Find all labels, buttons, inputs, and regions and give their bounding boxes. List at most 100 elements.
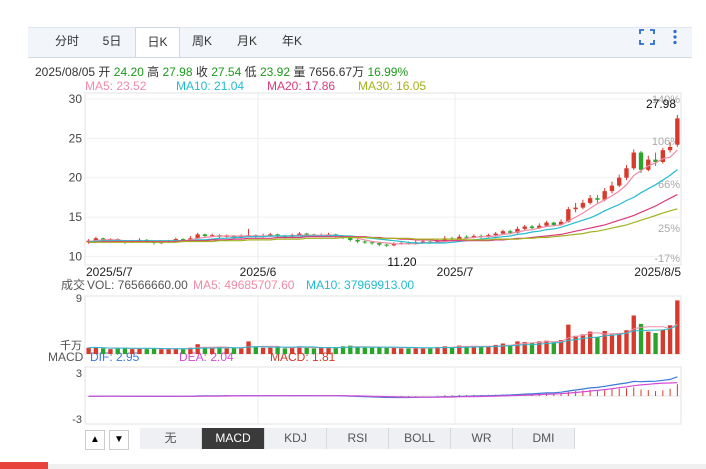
- indicator-tab-dmi[interactable]: DMI: [513, 428, 575, 449]
- volume-bar: [282, 348, 288, 354]
- footer-bar: [48, 464, 706, 469]
- volume-bars: [86, 300, 680, 354]
- candle-body: [551, 222, 556, 225]
- volume-bar: [159, 349, 164, 354]
- scroll-up-button[interactable]: ▲: [85, 430, 105, 450]
- volume-bar: [217, 347, 222, 354]
- date-tick-label: 2025/6: [240, 265, 277, 279]
- volume-bar: [667, 325, 673, 354]
- candle-body: [609, 185, 615, 192]
- volume-bar: [130, 349, 135, 354]
- candle-body: [595, 198, 600, 200]
- volume-bar: [551, 342, 556, 354]
- volume-bar: [268, 347, 273, 354]
- volume-bar: [398, 348, 404, 354]
- volume-legend-item: MA10: 37969913.00: [306, 278, 414, 292]
- volume-bar: [275, 347, 280, 354]
- macd-dif-line: [88, 376, 678, 399]
- price-tick-label: 25: [69, 131, 83, 145]
- volume-bar: [609, 334, 615, 354]
- volume-bar: [326, 347, 331, 354]
- indicator-tab-kdj[interactable]: KDJ: [265, 428, 327, 449]
- volume-bar: [210, 348, 215, 354]
- volume-bar: [108, 349, 113, 354]
- candle-body: [638, 152, 644, 170]
- volume-bar: [115, 348, 120, 354]
- volume-bar: [428, 347, 433, 354]
- volume-bar: [653, 333, 658, 354]
- percent-tick-label: 25%: [658, 223, 680, 235]
- candle-body: [667, 147, 673, 151]
- volume-bar: [566, 324, 571, 354]
- scroll-down-button[interactable]: ▼: [109, 430, 129, 450]
- candle-body: [377, 243, 382, 245]
- indicator-tab-none[interactable]: 无: [140, 428, 202, 449]
- candle-body: [355, 239, 360, 242]
- candle-body: [508, 231, 513, 233]
- candle-body: [493, 233, 498, 236]
- volume-bar: [595, 337, 600, 354]
- indicator-tab-macd[interactable]: MACD: [202, 428, 265, 449]
- indicator-tab-rsi[interactable]: RSI: [327, 428, 389, 449]
- volume-bar: [195, 344, 200, 354]
- volume-bar: [478, 347, 484, 354]
- indicator-tab-wr[interactable]: WR: [451, 428, 513, 449]
- candle-body: [580, 202, 586, 208]
- volume-bar: [260, 347, 266, 354]
- footer-accent: [0, 462, 48, 469]
- volume-bar: [631, 315, 636, 354]
- volume-bar: [144, 349, 149, 354]
- volume-bar: [660, 329, 666, 354]
- volume-bar: [537, 341, 542, 354]
- macd-tick-label: -3: [72, 414, 82, 426]
- volume-bar: [406, 348, 411, 354]
- ma-lines: [88, 149, 678, 245]
- chart-grid: [84, 92, 682, 425]
- candle-body: [304, 233, 309, 235]
- candle-body: [522, 226, 527, 229]
- price-tick-label: 10: [69, 249, 83, 263]
- volume-bar: [246, 341, 251, 354]
- volume-bar: [486, 346, 491, 354]
- candles: [86, 114, 680, 247]
- volume-bar: [151, 348, 157, 354]
- volume-bar: [377, 347, 382, 354]
- volume-bar: [180, 349, 186, 354]
- candle-body: [384, 244, 389, 246]
- volume-legend-item: MA5: 49685707.60: [193, 278, 295, 292]
- volume-bar: [675, 300, 680, 354]
- volume-bar: [413, 347, 418, 354]
- volume-bar: [86, 347, 91, 354]
- candle-body: [624, 168, 629, 178]
- ma-line-ma5: [88, 149, 678, 245]
- volume-bar: [311, 348, 317, 354]
- volume-bar: [587, 331, 593, 354]
- volume-bar: [646, 331, 651, 354]
- macd-panel: [85, 376, 681, 399]
- macd-legend-item: MACD: [48, 350, 84, 364]
- volume-bar: [580, 334, 586, 354]
- price-tick-label: 15: [69, 210, 83, 224]
- volume-bar: [515, 341, 520, 354]
- volume-tick-label: 9: [76, 293, 82, 305]
- volume-bar: [289, 347, 295, 354]
- candle-body: [202, 234, 208, 236]
- date-tick-label: 2025/7: [437, 265, 474, 279]
- volume-bar: [544, 340, 549, 354]
- volume-bar: [617, 333, 622, 354]
- volume-bar: [231, 347, 237, 354]
- candle-body: [369, 242, 375, 244]
- kline-chart[interactable]: 1015202530 140%106%66%25%-17%2025/5/7 2025…: [0, 0, 706, 469]
- max-price-label: 27.98: [646, 97, 676, 111]
- ma-line-ma30: [88, 208, 678, 243]
- macd-dea-line: [88, 382, 678, 398]
- date-tick-label: 2025/8/5: [634, 265, 681, 279]
- macd-legend-item: MACD: 1.81: [270, 350, 336, 364]
- price-tick-label: 20: [69, 171, 83, 185]
- volume-bar: [137, 348, 142, 354]
- indicator-tab-boll[interactable]: BOLL: [389, 428, 451, 449]
- volume-bar: [369, 347, 375, 354]
- axis-labels: 1015202530 140%106%66%25%-17%2025/5/7 2025…: [48, 92, 681, 426]
- volume-bar: [362, 347, 368, 354]
- candle-body: [544, 222, 549, 226]
